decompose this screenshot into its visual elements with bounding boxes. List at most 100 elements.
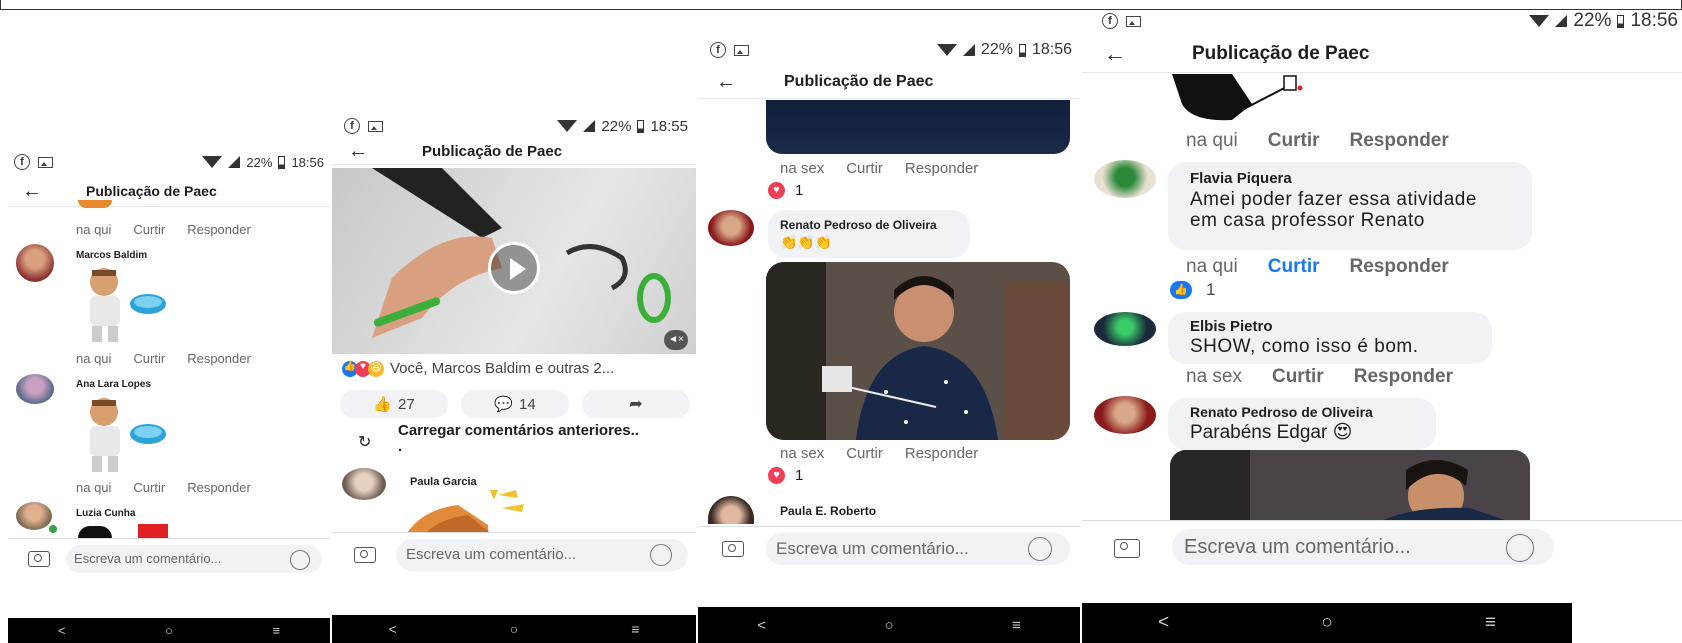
nav-back-button[interactable]: <: [1158, 612, 1169, 634]
image-icon: [734, 44, 749, 56]
nav-home-button[interactable]: ○: [1321, 612, 1332, 634]
reply-button[interactable]: Responder: [905, 160, 978, 177]
phone-screen-3: f 22% 18:56 ← Publicação de Paec na sex C…: [698, 38, 1080, 643]
mute-icon[interactable]: ◄×: [664, 330, 688, 350]
back-arrow-icon[interactable]: ←: [22, 180, 42, 203]
like-button[interactable]: Curtir: [133, 351, 165, 366]
status-bar: f 22% 18:56: [1082, 10, 1682, 32]
share-button[interactable]: ➦: [582, 390, 690, 418]
facebook-icon: f: [344, 118, 360, 134]
comment-actions: na qui Curtir Responder: [76, 351, 273, 366]
comment-composer: Escreva um comentário...: [332, 532, 696, 577]
avatar[interactable]: [16, 374, 54, 404]
avatar[interactable]: [708, 210, 754, 246]
reply-button[interactable]: Responder: [187, 222, 251, 237]
like-button[interactable]: Curtir: [133, 480, 165, 495]
commenter-name[interactable]: Renato Pedroso de Oliveira: [780, 218, 958, 232]
android-nav-bar: < ○ ≡: [332, 615, 696, 643]
nav-back-button[interactable]: <: [757, 617, 766, 634]
reply-button[interactable]: Responder: [905, 445, 978, 462]
comment-input[interactable]: Escreva um comentário...: [66, 545, 322, 573]
emoji-icon[interactable]: [1028, 537, 1052, 561]
like-button[interactable]: Curtir: [133, 222, 165, 237]
back-arrow-icon[interactable]: ←: [1104, 41, 1126, 67]
comment-bubble[interactable]: Renato Pedroso de Oliveira Parabéns Edga…: [1168, 398, 1436, 450]
facebook-icon: f: [1102, 13, 1118, 29]
signal-icon: [228, 156, 241, 168]
like-button[interactable]: Curtir: [846, 445, 883, 462]
avatar[interactable]: [342, 468, 386, 500]
nav-home-button[interactable]: ○: [510, 621, 518, 637]
comment-actions: na sex Curtir Responder: [1186, 366, 1475, 388]
avatar[interactable]: [1094, 396, 1156, 434]
reply-button[interactable]: Responder: [187, 480, 251, 495]
back-arrow-icon[interactable]: ←: [348, 140, 368, 163]
comment-bubble-icon: 💬: [494, 396, 513, 413]
emoji-icon[interactable]: [1506, 534, 1534, 562]
sticker-image: [78, 526, 112, 538]
comment-time: na sex: [780, 160, 825, 177]
back-arrow-icon[interactable]: ←: [716, 71, 736, 94]
share-arrow-icon: ➦: [629, 396, 643, 413]
commenter-name[interactable]: Marcos Baldim: [76, 250, 147, 261]
like-button[interactable]: Curtir: [1272, 366, 1324, 388]
play-button-icon[interactable]: [488, 242, 540, 294]
reply-button[interactable]: Responder: [1354, 366, 1453, 388]
reply-button[interactable]: Responder: [1350, 256, 1449, 278]
like-button[interactable]: Curtir: [846, 160, 883, 177]
phone-screen-4: f 22% 18:56 ← Publicação de Paec na qui C…: [1082, 10, 1682, 643]
emoji-icon[interactable]: [290, 550, 310, 570]
like-button[interactable]: Curtir: [1268, 130, 1320, 152]
comment-input[interactable]: Escreva um comentário...: [396, 539, 688, 571]
nav-recents-button[interactable]: ≡: [1485, 612, 1496, 634]
nav-back-button[interactable]: <: [58, 623, 66, 638]
commenter-name[interactable]: Paula Garcia: [410, 476, 477, 488]
comment-count-button[interactable]: 💬 14: [461, 390, 569, 418]
nav-recents-button[interactable]: ≡: [273, 623, 281, 638]
phone-screen-1: f 22% 18:56 ← Publicação de Paec na qui C…: [8, 148, 330, 643]
commenter-name[interactable]: Luzia Cunha: [76, 508, 135, 519]
emoji-icon[interactable]: [650, 544, 672, 566]
comment-photo[interactable]: [1170, 450, 1530, 522]
commenter-name[interactable]: Ana Lara Lopes: [76, 379, 151, 390]
avatar[interactable]: [16, 244, 54, 282]
comment-photo[interactable]: [766, 262, 1070, 440]
camera-icon[interactable]: [722, 541, 744, 557]
reply-button[interactable]: Responder: [1350, 130, 1449, 152]
battery-percent: 22%: [1573, 10, 1612, 31]
comment-time: na sex: [1186, 366, 1242, 387]
avatar[interactable]: [708, 496, 754, 524]
camera-icon[interactable]: [28, 551, 50, 567]
like-count-button[interactable]: 👍 27: [340, 390, 448, 418]
post-video[interactable]: ◄×: [332, 168, 696, 354]
commenter-name[interactable]: Elbis Pietro: [1190, 318, 1470, 335]
image-icon: [1126, 15, 1141, 27]
avatar[interactable]: [1094, 160, 1156, 198]
camera-icon[interactable]: [1114, 539, 1140, 558]
nav-recents-button[interactable]: ≡: [1012, 617, 1021, 634]
like-button-active[interactable]: Curtir: [1268, 256, 1320, 278]
comment-input[interactable]: Escreva um comentário...: [766, 533, 1070, 565]
reply-button[interactable]: Responder: [187, 351, 251, 366]
android-nav-bar: < ○ ≡: [1082, 603, 1572, 643]
comment-bubble[interactable]: Flavia Piquera Amei poder fazer essa ati…: [1168, 162, 1532, 250]
reaction-count: ♥ 1: [768, 182, 803, 199]
commenter-name[interactable]: Paula E. Roberto: [780, 504, 876, 518]
nav-back-button[interactable]: <: [389, 621, 397, 637]
commenter-name[interactable]: Flavia Piquera: [1190, 170, 1510, 187]
comment-photo[interactable]: [766, 100, 1070, 154]
commenter-name[interactable]: Renato Pedroso de Oliveira: [1190, 404, 1414, 420]
top-bar: ← Publicação de Paec: [8, 176, 330, 207]
comment-bubble[interactable]: Elbis Pietro SHOW, como isso é bom.: [1168, 312, 1492, 364]
camera-icon[interactable]: [354, 547, 376, 563]
reaction-summary[interactable]: 👍 ♥ 😆 Você, Marcos Baldim e outras 2...: [342, 360, 614, 377]
reaction-number: 1: [795, 182, 804, 199]
comment-input[interactable]: Escreva um comentário...: [1172, 529, 1554, 565]
comment-bubble[interactable]: Renato Pedroso de Oliveira 👏👏👏: [768, 210, 970, 258]
nav-home-button[interactable]: ○: [165, 623, 173, 638]
nav-home-button[interactable]: ○: [884, 617, 893, 634]
android-nav-bar: < ○ ≡: [8, 618, 330, 643]
avatar[interactable]: [1094, 312, 1156, 346]
nav-recents-button[interactable]: ≡: [631, 621, 639, 637]
avatar[interactable]: [16, 502, 52, 530]
